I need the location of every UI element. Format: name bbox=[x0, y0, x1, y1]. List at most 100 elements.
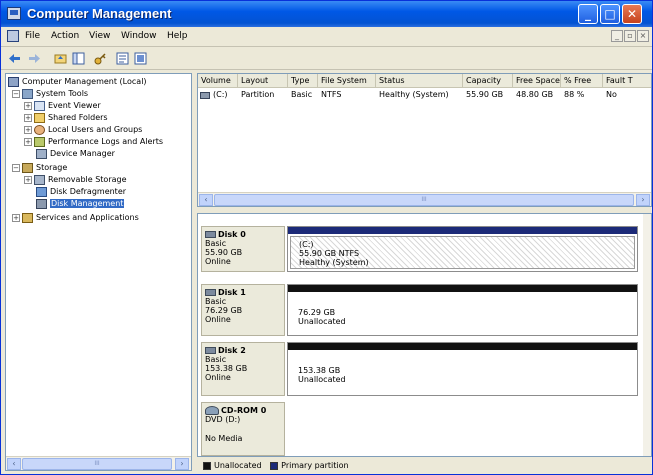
expand-icon[interactable]: + bbox=[24, 113, 32, 122]
column-header-status[interactable]: Status bbox=[376, 74, 463, 88]
disk-1-unallocated[interactable]: 76.29 GB Unallocated bbox=[287, 284, 638, 336]
tree-item-event-viewer[interactable]: + Event Viewer bbox=[24, 100, 101, 112]
disk-1-info[interactable]: Disk 1 Basic 76.29 GB Online bbox=[201, 284, 285, 336]
mdi-close-button[interactable]: × bbox=[637, 30, 649, 42]
storage-icon bbox=[22, 162, 33, 173]
cdrom-0-name: CD-ROM 0 bbox=[221, 406, 267, 415]
tools-icon bbox=[22, 88, 33, 99]
disk-1-unallocated-size: 76.29 GB bbox=[298, 308, 336, 317]
forward-button[interactable] bbox=[27, 51, 42, 66]
help-icon bbox=[134, 52, 147, 65]
partition-body: 76.29 GB Unallocated bbox=[290, 294, 635, 333]
up-one-level-button[interactable] bbox=[53, 51, 68, 66]
disk-1-unallocated-label: Unallocated bbox=[298, 317, 346, 326]
menu-action[interactable]: Action bbox=[51, 31, 79, 41]
menu-window[interactable]: Window bbox=[121, 31, 157, 41]
minimize-icon: _ bbox=[585, 7, 591, 21]
menu-file[interactable]: File bbox=[25, 31, 40, 41]
scroll-left-icon[interactable]: ‹ bbox=[7, 458, 21, 470]
cdrom-icon bbox=[205, 406, 219, 415]
disk-icon bbox=[205, 289, 216, 296]
column-header-free-space[interactable]: Free Space bbox=[513, 74, 561, 88]
close-button[interactable]: ✕ bbox=[622, 4, 642, 24]
volume-list: Volume Layout Type File System Status Ca… bbox=[197, 73, 652, 207]
cell-fault-tolerance: No bbox=[606, 90, 617, 99]
removable-storage-icon bbox=[34, 174, 45, 185]
document-icon[interactable] bbox=[7, 30, 19, 42]
tree-item-computer-management[interactable]: Computer Management (Local) bbox=[8, 76, 147, 88]
tree-item-shared-folders[interactable]: + Shared Folders bbox=[24, 112, 108, 124]
legend-unallocated: Unallocated bbox=[214, 461, 262, 470]
scroll-right-icon[interactable]: › bbox=[636, 194, 650, 206]
scroll-thumb[interactable]: III bbox=[22, 458, 172, 470]
tree-item-removable-storage[interactable]: + Removable Storage bbox=[24, 174, 127, 186]
tree-item-performance-logs[interactable]: + Performance Logs and Alerts bbox=[24, 136, 163, 148]
disk-0-partition-c[interactable]: (C:) 55.90 GB NTFS Healthy (System) bbox=[287, 226, 638, 272]
device-manager-icon bbox=[36, 148, 47, 159]
disk-1-name: Disk 1 bbox=[218, 288, 246, 297]
mdi-restore-button[interactable]: ▫ bbox=[624, 30, 636, 42]
tree-item-system-tools[interactable]: − System Tools bbox=[12, 88, 88, 100]
column-header-file-system[interactable]: File System bbox=[318, 74, 376, 88]
column-header-type[interactable]: Type bbox=[288, 74, 318, 88]
disk-0-info[interactable]: Disk 0 Basic 55.90 GB Online bbox=[201, 226, 285, 272]
menu-help[interactable]: Help bbox=[167, 31, 188, 41]
close-icon: ✕ bbox=[626, 7, 638, 21]
scroll-left-icon[interactable]: ‹ bbox=[199, 194, 213, 206]
tree-item-disk-management[interactable]: Disk Management bbox=[36, 198, 125, 210]
performance-icon bbox=[34, 136, 45, 147]
disk-1-size: 76.29 GB bbox=[205, 306, 243, 315]
tree-item-storage[interactable]: − Storage bbox=[12, 162, 67, 174]
disk-2-unallocated[interactable]: 153.38 GB Unallocated bbox=[287, 342, 638, 396]
tree-horizontal-scrollbar[interactable]: ‹ III › bbox=[6, 456, 191, 470]
expand-icon[interactable]: + bbox=[12, 213, 20, 222]
properties-button[interactable] bbox=[115, 51, 130, 66]
tree-item-services-applications[interactable]: + Services and Applications bbox=[12, 212, 139, 224]
title-bar[interactable]: Computer Management _ □ ✕ bbox=[1, 1, 652, 27]
services-icon bbox=[22, 212, 33, 223]
maximize-button[interactable]: □ bbox=[600, 4, 620, 24]
cell-free-space: 48.80 GB bbox=[516, 90, 554, 99]
expand-icon[interactable]: + bbox=[24, 137, 32, 146]
show-hide-tree-button[interactable] bbox=[71, 51, 86, 66]
column-header-percent-free[interactable]: % Free bbox=[561, 74, 603, 88]
tree-item-disk-defragmenter[interactable]: Disk Defragmenter bbox=[36, 186, 126, 198]
primary-partition-swatch bbox=[270, 461, 279, 470]
disk-2-status: Online bbox=[205, 373, 231, 382]
disk-2-info[interactable]: Disk 2 Basic 153.38 GB Online bbox=[201, 342, 285, 396]
folder-up-icon bbox=[54, 54, 67, 64]
expand-icon[interactable]: + bbox=[24, 101, 32, 110]
primary-partition-band bbox=[288, 227, 637, 234]
minimize-button[interactable]: _ bbox=[578, 4, 598, 24]
column-header-layout[interactable]: Layout bbox=[238, 74, 288, 88]
scroll-right-icon[interactable]: › bbox=[175, 458, 189, 470]
mdi-minimize-button[interactable]: _ bbox=[611, 30, 623, 42]
cell-volume: (C:) bbox=[213, 90, 228, 99]
disk-management-icon bbox=[36, 198, 47, 209]
disk-0-size: 55.90 GB bbox=[205, 248, 243, 257]
column-header-capacity[interactable]: Capacity bbox=[463, 74, 513, 88]
expand-icon[interactable]: + bbox=[24, 175, 32, 184]
help-button[interactable] bbox=[133, 51, 148, 66]
column-header-volume[interactable]: Volume bbox=[198, 74, 238, 88]
cdrom-0-status: No Media bbox=[205, 434, 243, 443]
cdrom-0-info[interactable]: CD-ROM 0 DVD (D:) No Media bbox=[201, 402, 285, 456]
partition-body: 153.38 GB Unallocated bbox=[290, 352, 635, 393]
refresh-button[interactable] bbox=[93, 51, 108, 66]
column-header-fault-tolerance[interactable]: Fault T bbox=[603, 74, 651, 88]
partition-c-label: (C:) bbox=[299, 240, 314, 249]
collapse-icon[interactable]: − bbox=[12, 89, 20, 98]
back-button[interactable] bbox=[7, 51, 22, 66]
console-tree-icon bbox=[72, 52, 85, 65]
menu-view[interactable]: View bbox=[89, 31, 110, 41]
key-icon bbox=[94, 53, 106, 65]
tree-item-local-users-groups[interactable]: + Local Users and Groups bbox=[24, 124, 142, 136]
graph-vertical-scrollbar[interactable] bbox=[643, 214, 651, 456]
cdrom-0-type: DVD (D:) bbox=[205, 415, 241, 424]
collapse-icon[interactable]: − bbox=[12, 163, 20, 172]
scroll-thumb[interactable]: III bbox=[214, 194, 634, 206]
expand-icon[interactable]: + bbox=[24, 125, 32, 134]
list-horizontal-scrollbar[interactable]: ‹ III › bbox=[198, 192, 651, 206]
tree-item-device-manager[interactable]: Device Manager bbox=[36, 148, 115, 160]
unallocated-band bbox=[288, 285, 637, 292]
